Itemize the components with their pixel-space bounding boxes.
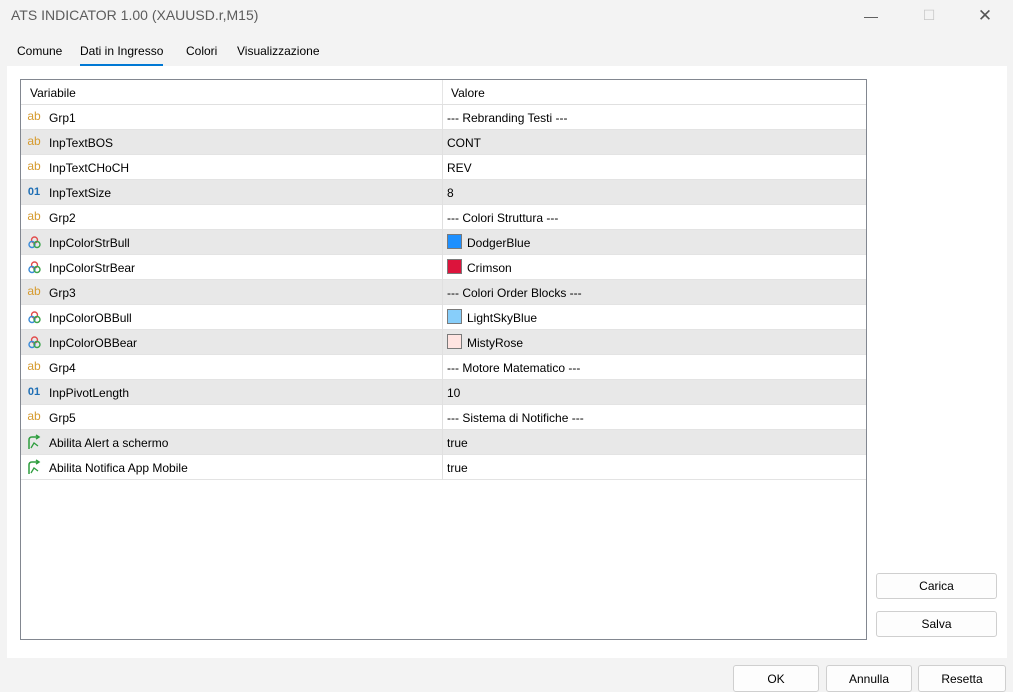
inputs-grid: Variabile Valore ab Grp1 --- Rebranding Te…: [20, 79, 867, 640]
tab-comune[interactable]: Comune: [17, 44, 62, 64]
cell-divider: [442, 280, 443, 305]
variable-value[interactable]: Crimson: [467, 261, 512, 275]
reset-button[interactable]: Resetta: [918, 665, 1006, 692]
text-icon: ab: [27, 159, 41, 173]
table-row[interactable]: 01 InpPivotLength 10: [21, 380, 866, 405]
integer-icon: 01: [27, 186, 41, 198]
text-icon: ab: [27, 209, 41, 223]
text-icon: ab: [27, 409, 41, 423]
cell-divider: [442, 205, 443, 230]
tab-colori[interactable]: Colori: [186, 44, 217, 64]
cell-divider: [442, 105, 443, 130]
cell-divider: [442, 330, 443, 355]
grid-header: Variabile Valore: [21, 80, 866, 105]
variable-name: InpColorStrBear: [49, 261, 136, 275]
table-row[interactable]: ab Grp2 --- Colori Struttura ---: [21, 205, 866, 230]
load-button[interactable]: Carica: [876, 573, 997, 599]
column-header-variable[interactable]: Variabile: [30, 86, 76, 100]
table-row[interactable]: ab Grp4 --- Motore Matematico ---: [21, 355, 866, 380]
table-row[interactable]: InpColorOBBull LightSkyBlue: [21, 305, 866, 330]
variable-name: InpPivotLength: [49, 386, 130, 400]
cell-divider: [442, 355, 443, 380]
variable-value[interactable]: MistyRose: [467, 336, 523, 350]
variable-name: Grp1: [49, 111, 76, 125]
variable-value[interactable]: true: [447, 436, 468, 450]
variable-name: InpTextCHoCH: [49, 161, 130, 175]
variable-value[interactable]: 8: [447, 186, 454, 200]
text-icon: ab: [27, 134, 41, 148]
variable-name: Grp3: [49, 286, 76, 300]
minimize-icon[interactable]: —: [848, 0, 894, 31]
variable-name: InpColorOBBear: [49, 336, 138, 350]
table-row[interactable]: ab Grp1 --- Rebranding Testi ---: [21, 105, 866, 130]
variable-name: InpColorOBBull: [49, 311, 132, 325]
color-icon: [26, 234, 42, 250]
variable-name: InpTextBOS: [49, 136, 114, 150]
bool-icon: [26, 434, 42, 450]
variable-value[interactable]: REV: [447, 161, 472, 175]
table-row[interactable]: Abilita Alert a schermo true: [21, 430, 866, 455]
table-row[interactable]: InpColorStrBull DodgerBlue: [21, 230, 866, 255]
variable-value[interactable]: --- Sistema di Notifiche ---: [447, 411, 584, 425]
variable-value[interactable]: --- Motore Matematico ---: [447, 361, 580, 375]
variable-name: Grp4: [49, 361, 76, 375]
table-row[interactable]: InpColorStrBear Crimson: [21, 255, 866, 280]
variable-name: InpColorStrBull: [49, 236, 130, 250]
text-icon: ab: [27, 284, 41, 298]
color-icon: [26, 334, 42, 350]
table-row[interactable]: ab InpTextBOS CONT: [21, 130, 866, 155]
variable-value[interactable]: --- Colori Struttura ---: [447, 211, 558, 225]
variable-name: Abilita Alert a schermo: [49, 436, 169, 450]
integer-icon: 01: [27, 386, 41, 398]
variable-value[interactable]: --- Rebranding Testi ---: [447, 111, 567, 125]
variable-value[interactable]: 10: [447, 386, 460, 400]
color-icon: [26, 259, 42, 275]
variable-name: InpTextSize: [49, 186, 112, 200]
text-icon: ab: [27, 359, 41, 373]
table-row[interactable]: ab Grp3 --- Colori Order Blocks ---: [21, 280, 866, 305]
variable-value[interactable]: CONT: [447, 136, 481, 150]
table-row[interactable]: ab InpTextCHoCH REV: [21, 155, 866, 180]
cell-divider: [442, 455, 443, 480]
variable-value[interactable]: DodgerBlue: [467, 236, 530, 250]
cell-divider: [442, 180, 443, 205]
tab-bar: Comune Dati in Ingresso Colori Visualizz…: [0, 40, 1013, 66]
column-header-value[interactable]: Valore: [451, 86, 485, 100]
table-row[interactable]: InpColorOBBear MistyRose: [21, 330, 866, 355]
variable-value[interactable]: true: [447, 461, 468, 475]
save-button[interactable]: Salva: [876, 611, 997, 637]
cancel-button[interactable]: Annulla: [826, 665, 912, 692]
tab-dati-in-ingresso[interactable]: Dati in Ingresso: [80, 44, 164, 66]
ok-button[interactable]: OK: [733, 665, 819, 692]
tab-visualizzazione[interactable]: Visualizzazione: [237, 44, 320, 64]
variable-name: Grp5: [49, 411, 76, 425]
color-swatch[interactable]: [447, 309, 462, 324]
bool-icon: [26, 459, 42, 475]
cell-divider: [442, 255, 443, 280]
color-swatch[interactable]: [447, 259, 462, 274]
cell-divider: [442, 155, 443, 180]
variable-name: Abilita Notifica App Mobile: [49, 461, 188, 475]
table-row[interactable]: 01 InpTextSize 8: [21, 180, 866, 205]
color-icon: [26, 309, 42, 325]
table-row[interactable]: Abilita Notifica App Mobile true: [21, 455, 866, 480]
cell-divider: [442, 380, 443, 405]
column-divider[interactable]: [442, 80, 443, 104]
cell-divider: [442, 230, 443, 255]
window-title: ATS INDICATOR 1.00 (XAUUSD.r,M15): [11, 7, 259, 23]
close-icon[interactable]: ✕: [962, 0, 1008, 31]
cell-divider: [442, 130, 443, 155]
maximize-icon: ☐: [922, 7, 936, 23]
title-bar: ATS INDICATOR 1.00 (XAUUSD.r,M15) — ☐ ✕: [0, 0, 1013, 31]
text-icon: ab: [27, 109, 41, 123]
cell-divider: [442, 305, 443, 330]
cell-divider: [442, 430, 443, 455]
cell-divider: [442, 405, 443, 430]
color-swatch[interactable]: [447, 334, 462, 349]
variable-name: Grp2: [49, 211, 76, 225]
table-row[interactable]: ab Grp5 --- Sistema di Notifiche ---: [21, 405, 866, 430]
variable-value[interactable]: --- Colori Order Blocks ---: [447, 286, 582, 300]
color-swatch[interactable]: [447, 234, 462, 249]
variable-value[interactable]: LightSkyBlue: [467, 311, 537, 325]
